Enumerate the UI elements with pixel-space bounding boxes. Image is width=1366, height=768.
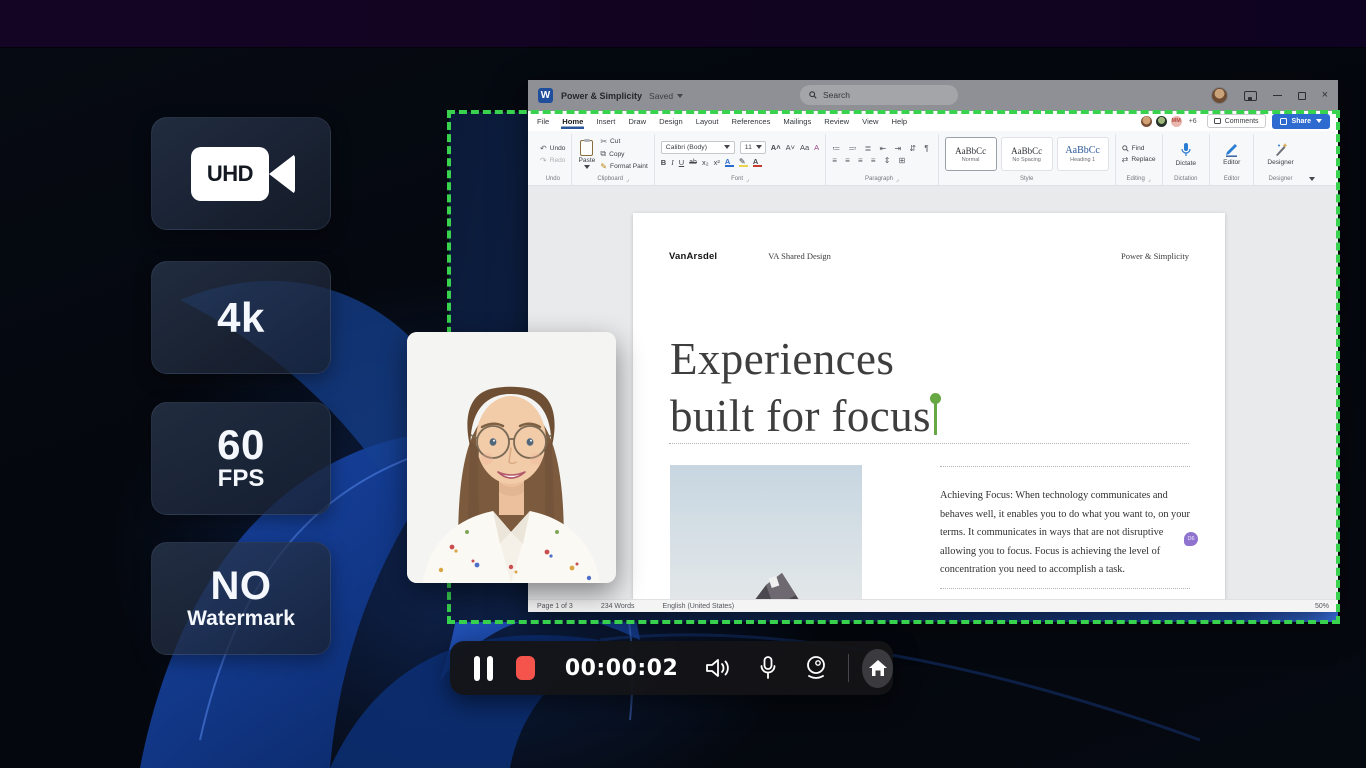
home-button[interactable] [862,649,893,688]
badge-fps-unit: FPS [218,466,265,492]
wallpaper-top-strip [0,0,1366,48]
webcam-icon [804,655,828,681]
badge-60fps: 60 FPS [151,402,331,515]
badge-no-label: NO [211,566,272,606]
webcam-overlay[interactable] [407,332,616,583]
user-avatar[interactable] [1211,87,1228,104]
speaker-button[interactable] [704,656,732,680]
badge-no-watermark: NO Watermark [151,542,331,655]
badge-4k-label: 4k [217,297,265,339]
recording-timer: 00:00:02 [565,656,678,681]
pause-icon [474,656,480,681]
save-status[interactable]: Saved [649,91,683,101]
webcam-button[interactable] [804,655,828,681]
microphone-button[interactable] [758,655,778,681]
badge-uhd-label: UHD [207,161,253,187]
pause-button[interactable] [474,656,493,681]
badge-watermark-label: Watermark [187,606,295,631]
video-camera-icon: UHD [185,145,297,203]
word-titlebar[interactable]: W Power & Simplicity Saved Search × [528,80,1338,111]
webcam-portrait [407,332,616,583]
window-title: Power & Simplicity [561,91,642,101]
microphone-icon [758,655,778,681]
badge-4k: 4k [151,261,331,374]
present-icon[interactable] [1244,91,1257,101]
word-app-icon: W [538,88,553,103]
search-icon [809,91,817,99]
maximize-icon[interactable] [1298,92,1306,100]
pause-icon [487,656,493,681]
badge-uhd: UHD [151,117,331,230]
screen: UHD 4k 60 FPS NO Watermark W Power & Sim… [0,0,1366,768]
speaker-icon [704,656,732,680]
home-icon [868,659,888,677]
chevron-down-icon [677,94,683,98]
badge-fps-number: 60 [217,424,265,466]
search-placeholder: Search [823,90,850,100]
stop-button[interactable] [516,656,535,680]
divider [848,654,849,682]
minimize-icon[interactable] [1273,95,1282,97]
recorder-toolbar: 00:00:02 [450,641,893,695]
search-input[interactable]: Search [800,85,958,105]
close-icon[interactable]: × [1322,90,1328,101]
